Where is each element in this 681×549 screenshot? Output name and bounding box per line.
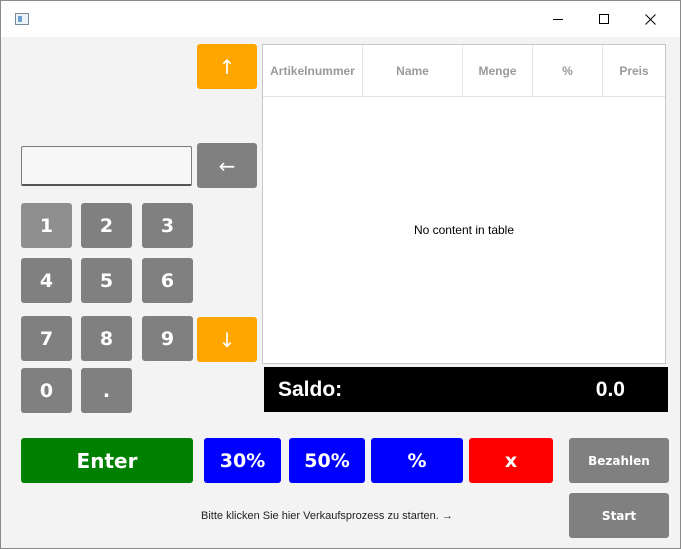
- column-menge[interactable]: Menge: [463, 45, 533, 96]
- digit-7-button[interactable]: 7: [21, 316, 72, 361]
- start-button[interactable]: Start: [569, 493, 669, 538]
- minimize-button[interactable]: [535, 1, 581, 37]
- saldo-value: 0.0: [595, 378, 625, 401]
- enter-button[interactable]: Enter: [21, 438, 193, 483]
- digit-5-button[interactable]: 5: [81, 258, 132, 303]
- amount-input[interactable]: [21, 146, 192, 186]
- digit-1-button[interactable]: 1: [21, 203, 72, 248]
- column-percent[interactable]: %: [533, 45, 603, 96]
- discount-30-button[interactable]: 30%: [204, 438, 281, 483]
- digit-0-button[interactable]: 0: [21, 368, 72, 413]
- close-button[interactable]: [627, 1, 673, 37]
- close-icon: [645, 14, 656, 25]
- table-empty-message: No content in table: [413, 223, 515, 237]
- scroll-up-button[interactable]: ↑: [197, 44, 257, 89]
- title-bar: [1, 1, 680, 37]
- decimal-point-button[interactable]: .: [81, 368, 132, 413]
- saldo-bar: Saldo: 0.0: [264, 367, 668, 412]
- digit-8-button[interactable]: 8: [81, 316, 132, 361]
- items-table: Artikelnummer Name Menge % Preis No cont…: [262, 44, 666, 364]
- percent-button[interactable]: %: [371, 438, 463, 483]
- digit-4-button[interactable]: 4: [21, 258, 72, 303]
- maximize-button[interactable]: [581, 1, 627, 37]
- app-icon: [15, 13, 29, 25]
- column-artikelnummer[interactable]: Artikelnummer: [263, 45, 363, 96]
- digit-2-button[interactable]: 2: [81, 203, 132, 248]
- digit-6-button[interactable]: 6: [142, 258, 193, 303]
- remove-item-button[interactable]: x: [469, 438, 553, 483]
- backspace-button[interactable]: ←: [197, 143, 257, 188]
- saldo-label: Saldo:: [278, 378, 343, 401]
- table-header: Artikelnummer Name Menge % Preis: [263, 45, 665, 97]
- start-hint-text[interactable]: Bitte klicken Sie hier Verkaufsprozess z…: [201, 510, 453, 522]
- column-name[interactable]: Name: [363, 45, 463, 96]
- column-preis[interactable]: Preis: [603, 45, 665, 96]
- scroll-down-button[interactable]: ↓: [197, 317, 257, 362]
- digit-3-button[interactable]: 3: [142, 203, 193, 248]
- pay-button[interactable]: Bezahlen: [569, 438, 669, 483]
- discount-50-button[interactable]: 50%: [289, 438, 365, 483]
- app-window: ↑ ↓ ← 1 2 3 4 5 6 7 8 9 0 . Artikelnumme…: [0, 0, 681, 549]
- digit-9-button[interactable]: 9: [142, 316, 193, 361]
